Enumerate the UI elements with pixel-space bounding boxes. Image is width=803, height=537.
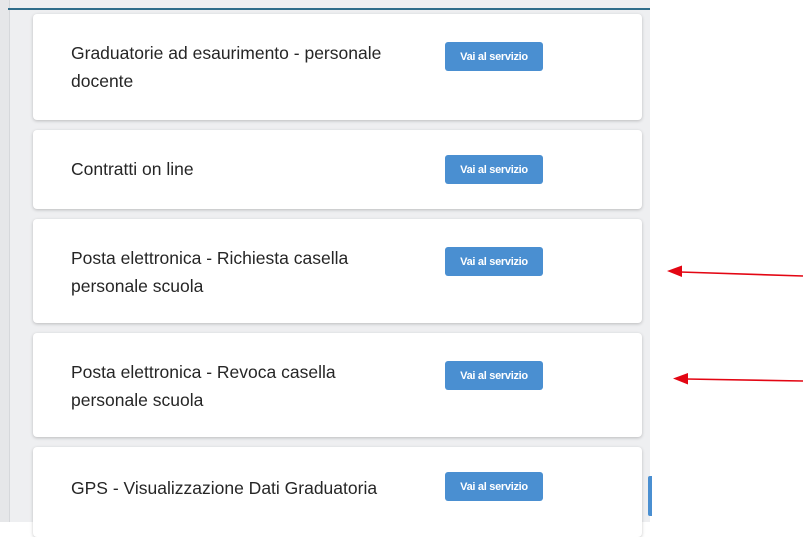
service-title: GPS - Visualizzazione Dati Graduatoria xyxy=(71,478,378,498)
go-to-service-button[interactable]: Vai al servizio xyxy=(445,361,543,390)
go-to-service-button[interactable]: Vai al servizio xyxy=(445,155,543,184)
service-card-graduatorie-esaurimento: Graduatorie ad esaurimento - personale d… xyxy=(33,14,642,120)
service-card-posta-revoca: Posta elettronica - Revoca casella perso… xyxy=(33,333,642,437)
service-title: Graduatorie ad esaurimento - personale d… xyxy=(71,43,382,91)
header-divider xyxy=(8,8,650,10)
service-card-gps-graduatoria: GPS - Visualizzazione Dati Graduatoria V… xyxy=(33,447,642,537)
service-title: Posta elettronica - Revoca casella perso… xyxy=(71,362,336,410)
service-card-posta-richiesta: Posta elettronica - Richiesta casella pe… xyxy=(33,219,642,323)
scroll-to-top-button[interactable] xyxy=(648,476,652,516)
service-list-panel: Graduatorie ad esaurimento - personale d… xyxy=(0,0,652,537)
service-card-contratti-online: Contratti on line Vai al servizio xyxy=(33,130,642,209)
go-to-service-button[interactable]: Vai al servizio xyxy=(445,472,543,501)
service-title: Contratti on line xyxy=(71,159,194,179)
panel-left-border xyxy=(0,0,10,522)
service-title: Posta elettronica - Richiesta casella pe… xyxy=(71,248,349,296)
go-to-service-button[interactable]: Vai al servizio xyxy=(445,42,543,71)
left-arrow-icon xyxy=(673,373,803,385)
go-to-service-button[interactable]: Vai al servizio xyxy=(445,247,543,276)
left-arrow-icon xyxy=(667,265,803,277)
